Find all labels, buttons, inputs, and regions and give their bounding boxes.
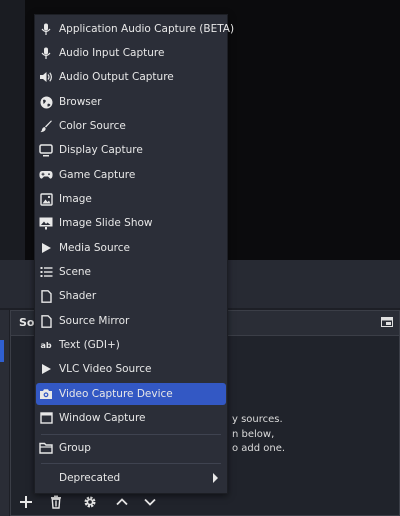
brush-icon: [39, 119, 53, 133]
menu-item-source-mirror[interactable]: Source Mirror: [36, 310, 226, 332]
menu-item-label: Group: [59, 442, 91, 454]
menu-item-label: Text (GDI+): [59, 339, 120, 351]
menu-item-label: VLC Video Source: [59, 363, 152, 375]
window-icon: [39, 411, 53, 425]
sources-hint-line: y sources.: [232, 414, 283, 425]
menu-item-color-source[interactable]: Color Source: [36, 115, 226, 137]
folder-icon: [39, 441, 53, 455]
sources-dock-title: So: [19, 316, 35, 329]
list-icon: [39, 265, 53, 279]
gear-icon: [83, 495, 97, 509]
monitor-icon: [39, 143, 53, 157]
menu-item-label: Video Capture Device: [59, 388, 173, 400]
image-icon: [39, 192, 53, 206]
menu-item-deprecated[interactable]: Deprecated: [36, 467, 226, 489]
scene-selected-indicator[interactable]: [0, 340, 4, 362]
menu-item-browser[interactable]: Browser: [36, 91, 226, 113]
menu-separator: [41, 463, 221, 464]
menu-item-label: Browser: [59, 96, 102, 108]
menu-item-label: Shader: [59, 290, 97, 302]
menu-item-label: Color Source: [59, 120, 126, 132]
menu-item-audio-output-capture[interactable]: Audio Output Capture: [36, 66, 226, 88]
play-icon: [39, 362, 53, 376]
menu-item-scene[interactable]: Scene: [36, 261, 226, 283]
file-icon: [39, 289, 53, 303]
menu-item-label: Media Source: [59, 242, 130, 254]
menu-item-label: Audio Input Capture: [59, 47, 165, 59]
menu-item-vlc-video-source[interactable]: VLC Video Source: [36, 358, 226, 380]
chevron-down-icon: [143, 495, 157, 509]
text-icon: ab: [40, 340, 52, 350]
add-source-menu: Application Audio Capture (BETA) Audio I…: [34, 14, 234, 494]
menu-item-label: Image Slide Show: [59, 217, 153, 229]
speaker-icon: [39, 70, 53, 84]
gamepad-icon: [39, 168, 53, 182]
menu-item-label: Application Audio Capture (BETA): [59, 23, 235, 35]
menu-item-image-slide-show[interactable]: Image Slide Show: [36, 212, 226, 234]
globe-icon: [39, 95, 53, 109]
menu-item-shader[interactable]: Shader: [36, 285, 226, 307]
menu-item-audio-input-capture[interactable]: Audio Input Capture: [36, 42, 226, 64]
slideshow-icon: [39, 216, 53, 230]
chevron-up-icon: [115, 495, 129, 509]
menu-item-display-capture[interactable]: Display Capture: [36, 139, 226, 161]
microphone-icon: [39, 46, 53, 60]
submenu-arrow-icon: [213, 473, 218, 483]
menu-item-label: Audio Output Capture: [59, 71, 174, 83]
menu-item-video-capture-device[interactable]: Video Capture Device: [36, 383, 226, 405]
left-panel: [0, 0, 25, 260]
menu-separator: [41, 434, 221, 435]
sources-hint-line: n below,: [232, 429, 275, 440]
menu-item-label: Window Capture: [59, 412, 146, 424]
menu-item-label: Source Mirror: [59, 315, 130, 327]
menu-item-label: Game Capture: [59, 169, 136, 181]
menu-item-image[interactable]: Image: [36, 188, 226, 210]
camera-icon: [39, 387, 53, 401]
add-icon: [19, 495, 33, 509]
sources-hint-line: o add one.: [232, 443, 286, 454]
menu-item-label: Display Capture: [59, 144, 143, 156]
menu-item-window-capture[interactable]: Window Capture: [36, 407, 226, 429]
menu-item-label: Scene: [59, 266, 92, 278]
menu-item-application-audio-capture[interactable]: Application Audio Capture (BETA): [36, 18, 234, 40]
menu-item-group[interactable]: Group: [36, 437, 226, 459]
menu-item-text-gdi[interactable]: ab Text (GDI+): [36, 334, 226, 356]
menu-item-game-capture[interactable]: Game Capture: [36, 164, 226, 186]
menu-item-label: Image: [59, 193, 92, 205]
microphone-icon: [39, 22, 53, 36]
file-icon: [39, 314, 53, 328]
menu-item-label: Deprecated: [59, 472, 121, 484]
menu-item-media-source[interactable]: Media Source: [36, 237, 226, 259]
trash-icon: [49, 495, 63, 509]
float-dock-icon[interactable]: [381, 317, 393, 327]
play-icon: [39, 241, 53, 255]
